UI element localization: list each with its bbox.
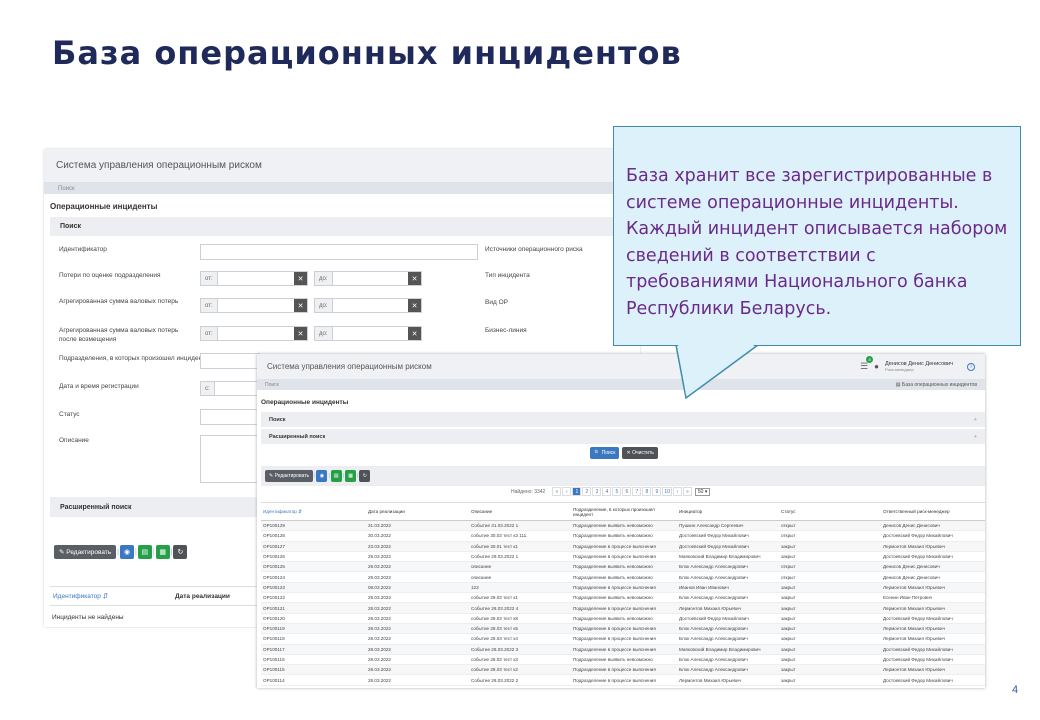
callout-tail-cover: [678, 344, 755, 395]
page-number: 4: [1012, 684, 1019, 696]
